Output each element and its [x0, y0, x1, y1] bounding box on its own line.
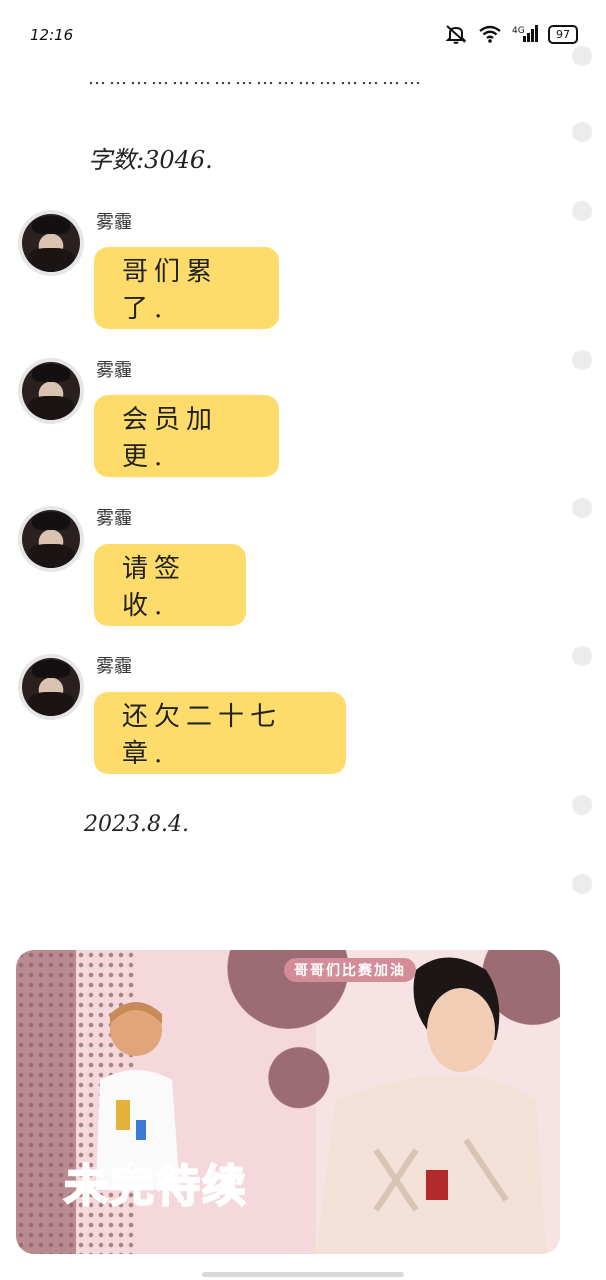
banner-tagline: 哥哥们比赛加油	[284, 958, 416, 982]
scroll-dot	[572, 201, 592, 221]
wifi-icon	[478, 25, 502, 43]
message-bubble[interactable]: 请签收.	[94, 544, 246, 626]
to-be-continued-banner[interactable]: 哥哥们比赛加油 未完待续	[16, 950, 560, 1254]
scroll-dot	[572, 874, 592, 894]
avatar[interactable]	[18, 358, 84, 424]
message-bubble[interactable]: 还欠二十七章.	[94, 692, 346, 774]
message-bubble[interactable]: 会员加更.	[94, 395, 279, 477]
scroll-dot	[572, 350, 592, 370]
scroll-dot	[572, 122, 592, 142]
word-count: 字数:3046.	[88, 146, 213, 174]
sender-name: 雾霾	[96, 212, 132, 233]
signal-4g-icon: 4G	[512, 24, 538, 44]
scroll-dot	[572, 646, 592, 666]
scroll-dot	[572, 46, 592, 66]
scroll-indicator-dots	[572, 0, 592, 1280]
sender-name: 雾霾	[96, 360, 132, 381]
banner-person-right-image	[316, 957, 546, 1254]
sender-name: 雾霾	[96, 656, 132, 677]
avatar[interactable]	[18, 506, 84, 572]
status-time: 12:16	[30, 26, 74, 44]
mute-bell-icon	[444, 24, 468, 44]
banner-title: 未完待续	[63, 1160, 248, 1213]
message-bubble[interactable]: 哥们累了.	[94, 247, 279, 329]
avatar[interactable]	[18, 210, 84, 276]
status-bar: 12:16 4G 97	[0, 0, 606, 74]
avatar[interactable]	[18, 654, 84, 720]
ellipsis-text: …………………………………………	[88, 68, 424, 89]
status-icons: 4G 97	[444, 24, 578, 44]
scroll-dot	[572, 795, 592, 815]
date-text: 2023.8.4.	[84, 812, 189, 837]
sender-name: 雾霾	[96, 508, 132, 529]
scroll-dot	[572, 498, 592, 518]
svg-text:4G: 4G	[512, 26, 525, 36]
home-indicator[interactable]	[202, 1272, 404, 1277]
